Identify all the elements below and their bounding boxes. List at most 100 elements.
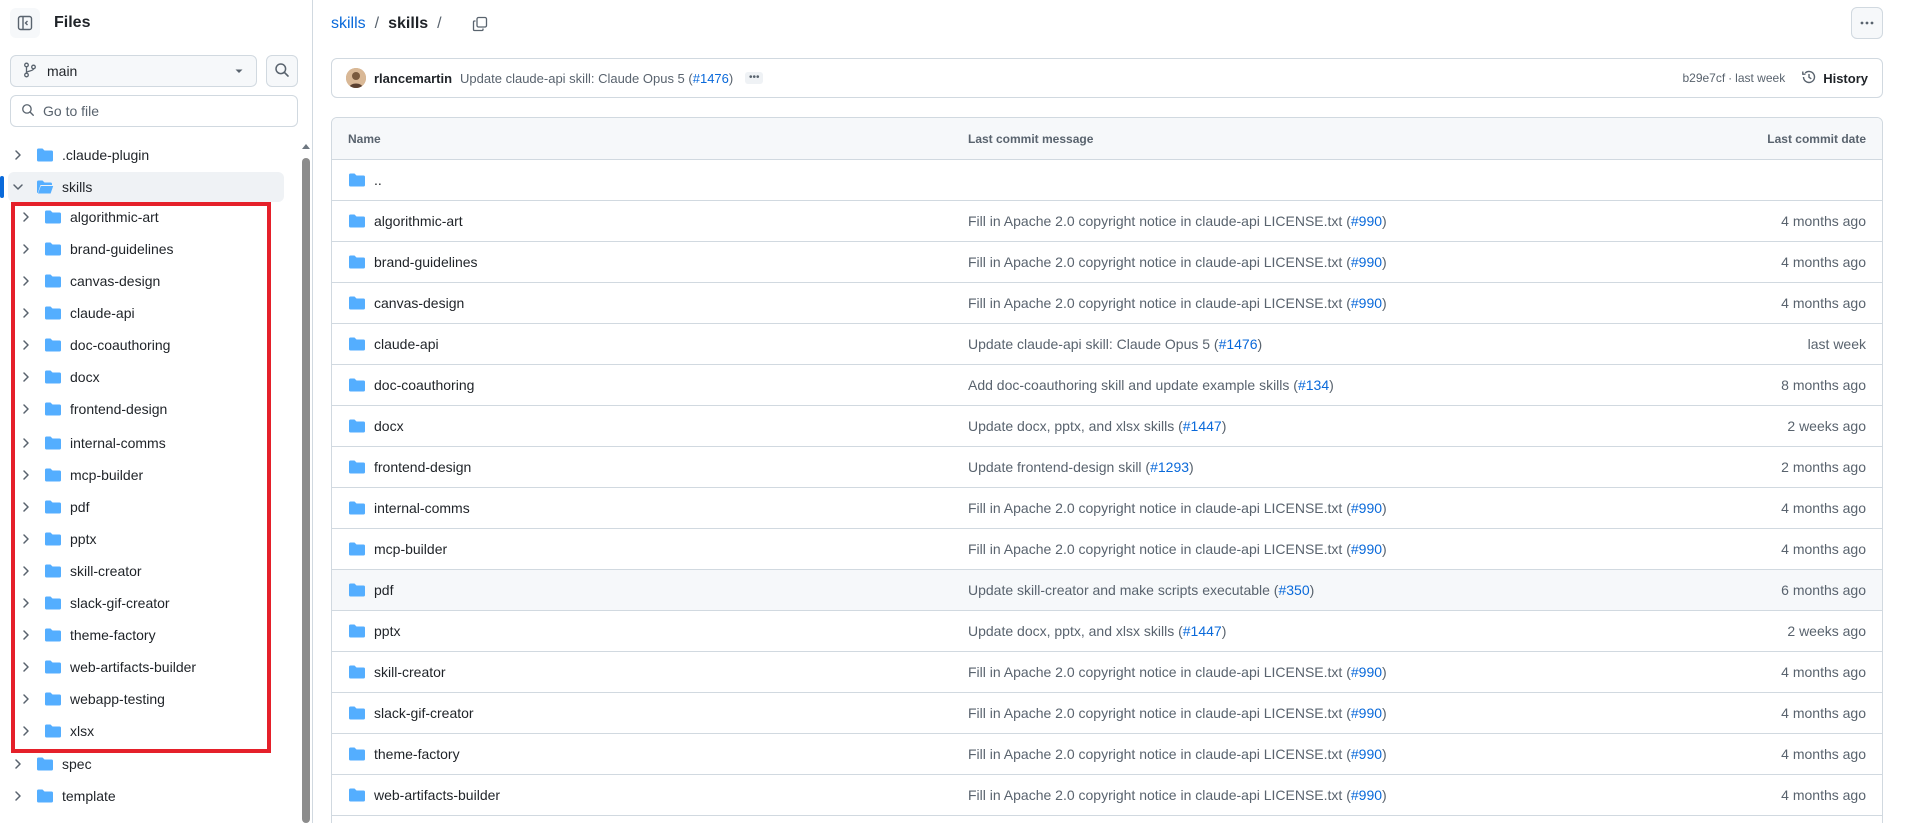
- chevron-down-icon[interactable]: [10, 179, 26, 195]
- pr-link[interactable]: #990: [1351, 746, 1382, 762]
- commit-message-cell[interactable]: Update frontend-design skill (#1293): [968, 459, 1194, 475]
- commit-pr-link[interactable]: #1476: [693, 71, 729, 86]
- file-name-link[interactable]: web-artifacts-builder: [374, 787, 500, 803]
- table-row[interactable]: pptx Update docx, pptx, and xlsx skills (…: [332, 611, 1882, 652]
- go-to-file-field[interactable]: [10, 95, 298, 127]
- table-row[interactable]: slack-gif-creator Fill in Apache 2.0 copy…: [332, 693, 1882, 734]
- tree-item-skills[interactable]: skills: [8, 172, 284, 202]
- file-name-link[interactable]: mcp-builder: [374, 541, 447, 557]
- file-name-link[interactable]: docx: [374, 418, 404, 434]
- commit-sha-link[interactable]: b29e7cf: [1682, 71, 1725, 85]
- commit-message-cell[interactable]: Fill in Apache 2.0 copyright notice in c…: [968, 295, 1387, 311]
- commit-message-text[interactable]: Update docx, pptx, and xlsx skills (: [968, 418, 1183, 434]
- table-row[interactable]: claude-api Update claude-api skill: Claud…: [332, 324, 1882, 365]
- pr-link[interactable]: #990: [1351, 213, 1382, 229]
- scrollbar-thumb[interactable]: [302, 158, 310, 823]
- commit-message-text[interactable]: Fill in Apache 2.0 copyright notice in c…: [968, 746, 1351, 762]
- pr-link[interactable]: #990: [1351, 787, 1382, 803]
- pr-link[interactable]: #990: [1351, 254, 1382, 270]
- file-name-link[interactable]: claude-api: [374, 336, 439, 352]
- copy-path-icon[interactable]: [469, 13, 491, 35]
- table-row[interactable]: doc-coauthoring Add doc-coauthoring skill…: [332, 365, 1882, 406]
- file-name-link[interactable]: slack-gif-creator: [374, 705, 474, 721]
- commit-message-cell[interactable]: Fill in Apache 2.0 copyright notice in c…: [968, 500, 1387, 516]
- commit-message-cell[interactable]: Fill in Apache 2.0 copyright notice in c…: [968, 254, 1387, 270]
- pr-link[interactable]: #990: [1351, 541, 1382, 557]
- pr-link[interactable]: #1447: [1183, 623, 1222, 639]
- file-name-link[interactable]: internal-comms: [374, 500, 470, 516]
- commit-message-text[interactable]: Fill in Apache 2.0 copyright notice in c…: [968, 787, 1351, 803]
- commit-message-cell[interactable]: Fill in Apache 2.0 copyright notice in c…: [968, 664, 1387, 680]
- commit-message-cell[interactable]: Add doc-coauthoring skill and update exa…: [968, 377, 1334, 393]
- commit-message-text[interactable]: Fill in Apache 2.0 copyright notice in c…: [968, 254, 1351, 270]
- commit-message-cell[interactable]: Fill in Apache 2.0 copyright notice in c…: [968, 541, 1387, 557]
- expand-commit-message-button[interactable]: •••: [745, 72, 764, 84]
- file-name-link[interactable]: frontend-design: [374, 459, 471, 475]
- commit-message-text[interactable]: Fill in Apache 2.0 copyright notice in c…: [968, 705, 1351, 721]
- tree-item-claude-plugin[interactable]: .claude-plugin: [0, 140, 282, 170]
- commit-message-cell[interactable]: Fill in Apache 2.0 copyright notice in c…: [968, 705, 1387, 721]
- file-name-link[interactable]: pdf: [374, 582, 393, 598]
- table-row[interactable]: docx Update docx, pptx, and xlsx skills (…: [332, 406, 1882, 447]
- commit-message-cell[interactable]: Update claude-api skill: Claude Opus 5 (…: [968, 336, 1262, 352]
- table-row[interactable]: algorithmic-art Fill in Apache 2.0 copyri…: [332, 201, 1882, 242]
- table-row[interactable]: brand-guidelines Fill in Apache 2.0 copyr…: [332, 242, 1882, 283]
- sidebar-scrollbar[interactable]: [300, 140, 312, 823]
- parent-directory-link[interactable]: ..: [374, 172, 382, 188]
- pr-link[interactable]: #1447: [1183, 418, 1222, 434]
- table-row[interactable]: pdf Update skill-creator and make scripts…: [332, 570, 1882, 611]
- file-name-link[interactable]: brand-guidelines: [374, 254, 478, 270]
- table-row[interactable]: internal-comms Fill in Apache 2.0 copyrig…: [332, 488, 1882, 529]
- chevron-right-icon[interactable]: [10, 756, 26, 772]
- commit-message-text[interactable]: Update docx, pptx, and xlsx skills (: [968, 623, 1183, 639]
- table-row[interactable]: mcp-builder Fill in Apache 2.0 copyright …: [332, 529, 1882, 570]
- table-row[interactable]: frontend-design Update frontend-design sk…: [332, 447, 1882, 488]
- commit-message-text[interactable]: Fill in Apache 2.0 copyright notice in c…: [968, 213, 1351, 229]
- commit-message-text[interactable]: Fill in Apache 2.0 copyright notice in c…: [968, 500, 1351, 516]
- search-files-button[interactable]: [266, 55, 298, 87]
- commit-message-text[interactable]: Add doc-coauthoring skill and update exa…: [968, 377, 1298, 393]
- commit-message-text[interactable]: Update claude-api skill: Claude Opus 5 (: [968, 336, 1219, 352]
- commit-message-text[interactable]: Update skill-creator and make scripts ex…: [968, 582, 1278, 598]
- commit-message-cell[interactable]: Update skill-creator and make scripts ex…: [968, 582, 1314, 598]
- branch-selector-button[interactable]: main: [10, 55, 257, 87]
- breadcrumb-root-link[interactable]: skills: [331, 15, 366, 33]
- pr-link[interactable]: #350: [1278, 582, 1309, 598]
- file-name-link[interactable]: pptx: [374, 623, 400, 639]
- commit-message-text[interactable]: Update frontend-design skill (: [968, 459, 1150, 475]
- commit-message-cell[interactable]: Update docx, pptx, and xlsx skills (#144…: [968, 418, 1226, 434]
- commit-message-cell[interactable]: Fill in Apache 2.0 copyright notice in c…: [968, 746, 1387, 762]
- commit-message-text[interactable]: Fill in Apache 2.0 copyright notice in c…: [968, 295, 1351, 311]
- parent-directory-row[interactable]: ..: [332, 160, 1882, 201]
- commit-author-link[interactable]: rlancemartin: [374, 71, 452, 86]
- commit-message-text[interactable]: Fill in Apache 2.0 copyright notice in c…: [968, 541, 1351, 557]
- commit-message-cell[interactable]: Fill in Apache 2.0 copyright notice in c…: [968, 213, 1387, 229]
- file-name-link[interactable]: canvas-design: [374, 295, 464, 311]
- file-name-link[interactable]: doc-coauthoring: [374, 377, 474, 393]
- commit-message[interactable]: Update claude-api skill: Claude Opus 5 (…: [460, 71, 733, 86]
- file-name-link[interactable]: theme-factory: [374, 746, 460, 762]
- avatar[interactable]: [346, 68, 366, 88]
- tree-item-template[interactable]: template: [0, 781, 282, 811]
- table-row[interactable]: web-artifacts-builder Fill in Apache 2.0 …: [332, 775, 1882, 816]
- pr-link[interactable]: #990: [1351, 500, 1382, 516]
- pr-link[interactable]: #990: [1351, 664, 1382, 680]
- commit-message-text[interactable]: Fill in Apache 2.0 copyright notice in c…: [968, 664, 1351, 680]
- table-row[interactable]: theme-factory Fill in Apache 2.0 copyrigh…: [332, 734, 1882, 775]
- kebab-horizontal-icon[interactable]: [1851, 7, 1883, 39]
- history-button[interactable]: History: [1801, 69, 1868, 88]
- pr-link[interactable]: #1293: [1150, 459, 1189, 475]
- pr-link[interactable]: #990: [1351, 295, 1382, 311]
- commit-message-cell[interactable]: Update docx, pptx, and xlsx skills (#144…: [968, 623, 1226, 639]
- pr-link[interactable]: #1476: [1219, 336, 1258, 352]
- scroll-up-icon[interactable]: [302, 144, 310, 149]
- sidebar-collapse-icon[interactable]: [10, 8, 40, 38]
- table-row[interactable]: canvas-design Fill in Apache 2.0 copyrigh…: [332, 283, 1882, 324]
- chevron-right-icon[interactable]: [10, 147, 26, 163]
- chevron-right-icon[interactable]: [10, 788, 26, 804]
- commit-message-text[interactable]: Update claude-api skill: Claude Opus 5 (: [460, 71, 693, 86]
- go-to-file-input[interactable]: [43, 103, 283, 119]
- pr-link[interactable]: #134: [1298, 377, 1329, 393]
- commit-message-cell[interactable]: Fill in Apache 2.0 copyright notice in c…: [968, 787, 1387, 803]
- pr-link[interactable]: #990: [1351, 705, 1382, 721]
